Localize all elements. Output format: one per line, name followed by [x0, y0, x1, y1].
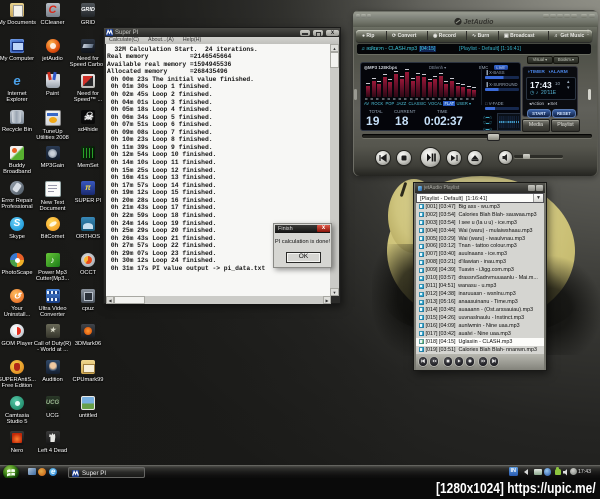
- svg-text:JetAudio: JetAudio: [464, 19, 495, 26]
